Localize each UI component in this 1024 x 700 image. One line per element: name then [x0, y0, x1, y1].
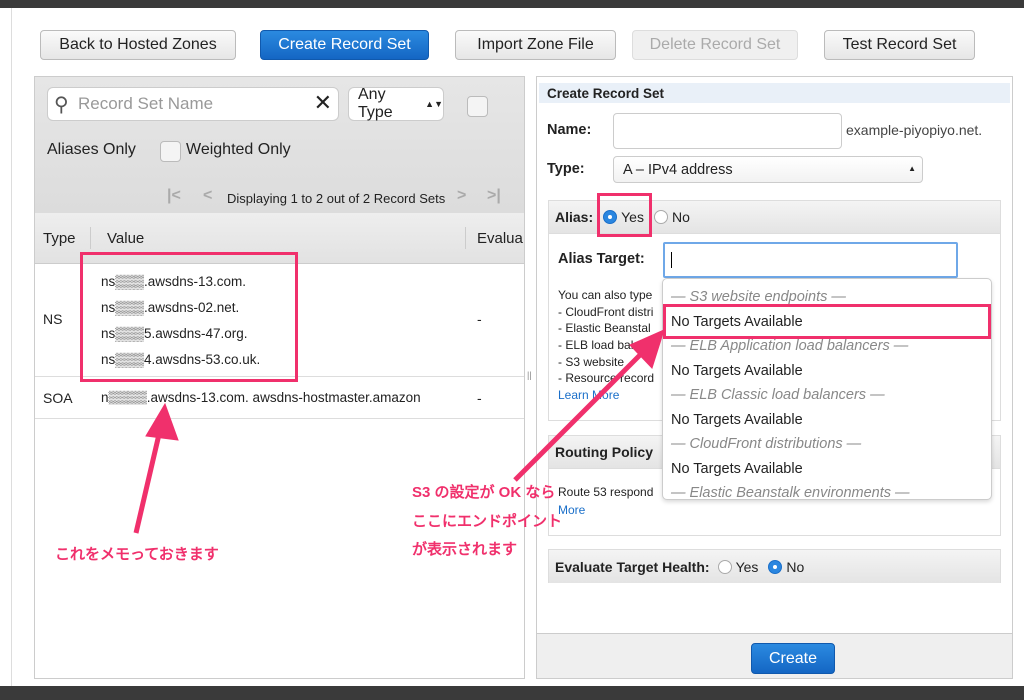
s3-annotation-line3: が表示されます [412, 541, 518, 558]
arrow-icon [133, 329, 665, 534]
s3-annotation-line1: S3 の設定が OK なら [412, 484, 556, 501]
annotation-arrows [133, 329, 665, 534]
memo-annotation: これをメモっておきます [55, 546, 219, 563]
s3-annotation-line2: ここにエンドポイント [412, 513, 563, 530]
